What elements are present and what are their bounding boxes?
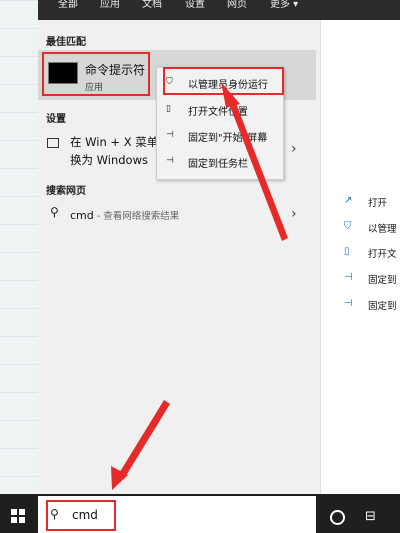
arrow-head-upper — [221, 82, 240, 108]
arrow-shaft-upper — [226, 93, 288, 241]
annotation-arrows — [111, 82, 288, 490]
arrow-shaft-lower — [118, 400, 170, 479]
